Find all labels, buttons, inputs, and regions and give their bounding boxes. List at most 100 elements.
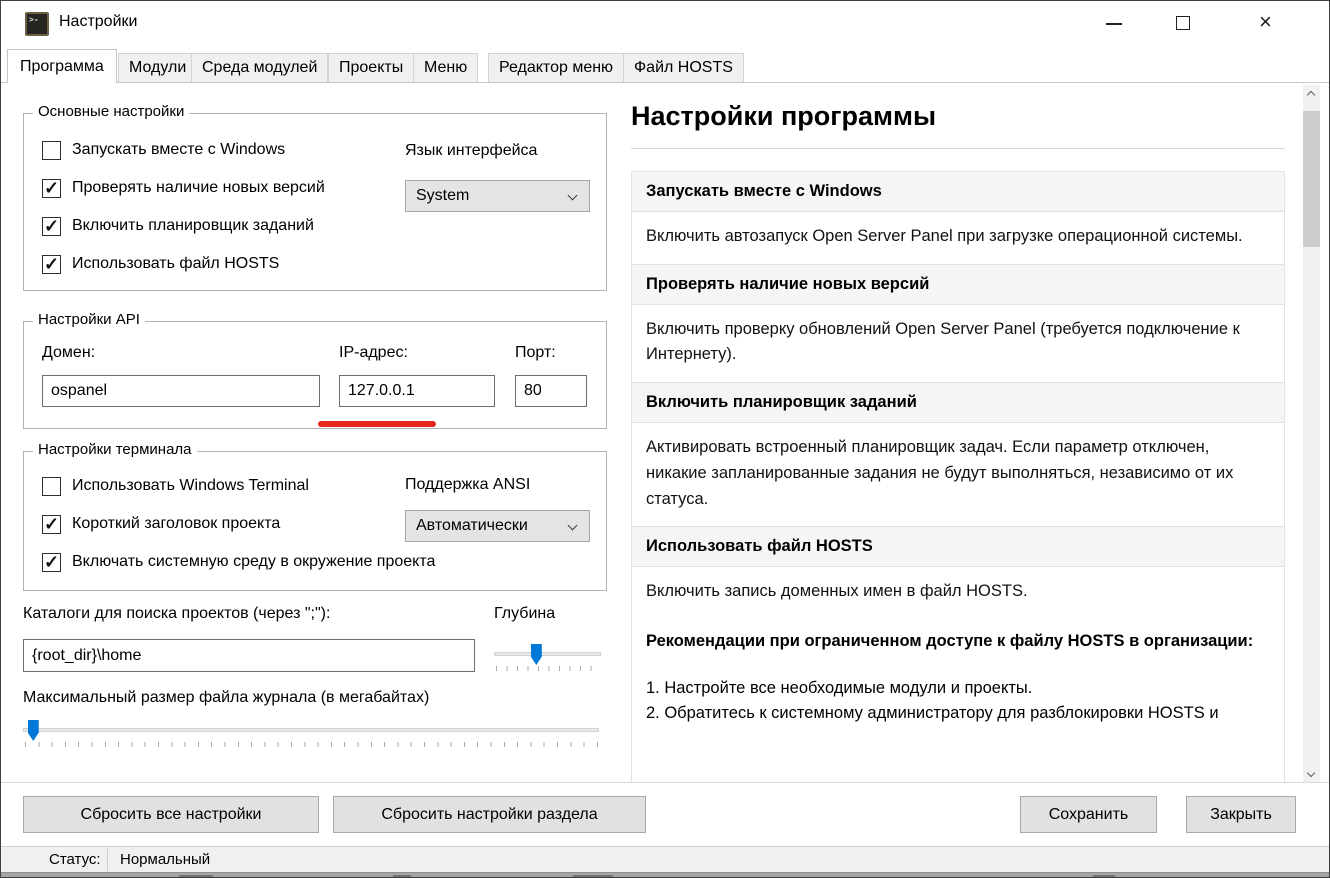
checkbox-icon (42, 141, 61, 160)
help-panel: Запускать вместе с Windows Включить авто… (631, 171, 1285, 783)
help-section-hosts: Использовать файл HOSTS Включить запись … (632, 526, 1284, 725)
checkbox-icon (42, 255, 61, 274)
tab-menu[interactable]: Меню (413, 53, 478, 82)
checkbox-label: Короткий заголовок проекта (72, 515, 280, 533)
title-bar: >- Настройки × (1, 1, 1329, 47)
checkbox-label: Запускать вместе с Windows (72, 141, 285, 159)
group-terminal-settings: Настройки терминала Использовать Windows… (23, 451, 607, 591)
terminal-app-icon: >- (25, 12, 49, 36)
project-dirs-label: Каталоги для поиска проектов (через ";")… (23, 605, 330, 623)
tab-bar: Программа Модули Среда модулей Проекты М… (1, 49, 1329, 83)
help-section-heading: Включить планировщик заданий (632, 382, 1284, 423)
checkbox-windows-terminal[interactable]: Использовать Windows Terminal (42, 474, 309, 498)
checkbox-label: Использовать файл HOSTS (72, 255, 279, 273)
depth-slider-ticks (496, 666, 600, 671)
project-dirs-input[interactable] (23, 639, 475, 672)
window-title: Настройки (59, 13, 137, 31)
checkbox-short-title[interactable]: Короткий заголовок проекта (42, 512, 280, 536)
domain-input[interactable] (42, 375, 320, 407)
status-label: Статус: (49, 851, 101, 868)
ansi-select[interactable]: Автоматически (405, 510, 590, 542)
language-label: Язык интерфейса (405, 142, 537, 160)
help-list-item: 2. Обратитесь к системному администратор… (632, 701, 1284, 726)
reset-section-button[interactable]: Сбросить настройки раздела (333, 796, 646, 833)
group-api-settings: Настройки API Домен: IP-адрес: Порт: (23, 321, 607, 429)
checkbox-icon (42, 179, 61, 198)
background-window-strip (1, 872, 1329, 878)
status-separator (107, 849, 108, 871)
help-section-subheading: Рекомендации при ограниченном доступе к … (632, 619, 1284, 654)
help-section-body: Включить проверку обновлений Open Server… (632, 305, 1284, 382)
status-value: Нормальный (120, 851, 210, 868)
checkbox-autostart-windows[interactable]: Запускать вместе с Windows (42, 138, 285, 162)
group-api-legend: Настройки API (33, 311, 145, 328)
ip-label: IP-адрес: (339, 344, 408, 362)
help-section-body: Включить запись доменных имен в файл HOS… (632, 567, 1284, 619)
help-title-divider (631, 148, 1285, 149)
close-dialog-button[interactable]: Закрыть (1186, 796, 1296, 833)
depth-slider-thumb[interactable] (531, 644, 542, 665)
language-select-value: System (416, 187, 469, 205)
maximize-button[interactable] (1161, 1, 1207, 46)
group-terminal-legend: Настройки терминала (33, 441, 197, 458)
footer-divider (1, 782, 1329, 783)
close-icon: × (1259, 9, 1272, 35)
help-panel-title: Настройки программы (631, 101, 936, 132)
checkbox-icon (42, 477, 61, 496)
group-general-legend: Основные настройки (33, 103, 189, 120)
checkbox-icon (42, 553, 61, 572)
minimize-button[interactable] (1091, 1, 1137, 46)
checkbox-label: Включить планировщик заданий (72, 217, 314, 235)
chevron-up-icon (1307, 91, 1315, 99)
red-annotation-underline (318, 421, 436, 427)
port-input[interactable] (515, 375, 587, 407)
language-select[interactable]: System (405, 180, 590, 212)
ansi-select-value: Автоматически (416, 517, 528, 535)
save-button[interactable]: Сохранить (1020, 796, 1157, 833)
depth-label: Глубина (494, 605, 555, 623)
chevron-down-icon (568, 521, 578, 531)
checkbox-system-env[interactable]: Включать системную среду в окружение про… (42, 550, 435, 574)
status-bar: Статус: Нормальный (1, 846, 1329, 872)
settings-window: >- Настройки × Программа Модули Среда мо… (0, 0, 1330, 878)
tab-projects[interactable]: Проекты (328, 53, 414, 82)
log-size-label: Максимальный размер файла журнала (в мег… (23, 689, 429, 707)
scroll-up-button[interactable] (1303, 85, 1320, 102)
tab-hosts-file[interactable]: Файл HOSTS (623, 53, 744, 82)
tab-menu-editor[interactable]: Редактор меню (488, 53, 624, 82)
log-size-slider[interactable] (23, 728, 599, 732)
ansi-label: Поддержка ANSI (405, 476, 530, 494)
depth-slider[interactable] (494, 652, 601, 656)
checkbox-use-hosts[interactable]: Использовать файл HOSTS (42, 252, 279, 276)
ip-input[interactable] (339, 375, 495, 407)
help-section-autostart: Запускать вместе с Windows Включить авто… (632, 172, 1284, 264)
log-size-slider-thumb[interactable] (28, 720, 39, 741)
tab-modules[interactable]: Модули (118, 53, 197, 82)
tab-program[interactable]: Программа (7, 49, 117, 83)
help-list-item: 1. Настройте все необходимые модули и пр… (632, 654, 1284, 701)
checkbox-icon (42, 217, 61, 236)
checkbox-icon (42, 515, 61, 534)
maximize-icon (1176, 16, 1190, 30)
chevron-down-icon (568, 191, 578, 201)
tab-module-env[interactable]: Среда модулей (191, 53, 328, 82)
scrollbar-thumb[interactable] (1303, 111, 1320, 247)
chevron-down-icon (1307, 769, 1315, 777)
close-button[interactable]: × (1247, 1, 1293, 46)
help-section-scheduler: Включить планировщик заданий Активироват… (632, 382, 1284, 526)
vertical-scrollbar[interactable] (1303, 85, 1320, 783)
checkbox-task-scheduler[interactable]: Включить планировщик заданий (42, 214, 314, 238)
reset-all-button[interactable]: Сбросить все настройки (23, 796, 319, 833)
checkbox-check-updates[interactable]: Проверять наличие новых версий (42, 176, 325, 200)
help-section-heading: Проверять наличие новых версий (632, 264, 1284, 305)
domain-label: Домен: (42, 344, 95, 362)
help-section-body: Включить автозапуск Open Server Panel пр… (632, 212, 1284, 264)
help-section-heading: Использовать файл HOSTS (632, 526, 1284, 567)
port-label: Порт: (515, 344, 556, 362)
minimize-icon (1106, 23, 1122, 25)
group-general-settings: Основные настройки Запускать вместе с Wi… (23, 113, 607, 291)
scroll-down-button[interactable] (1303, 766, 1320, 783)
help-section-body: Активировать встроенный планировщик зада… (632, 423, 1284, 526)
checkbox-label: Включать системную среду в окружение про… (72, 553, 435, 571)
checkbox-label: Проверять наличие новых версий (72, 179, 325, 197)
